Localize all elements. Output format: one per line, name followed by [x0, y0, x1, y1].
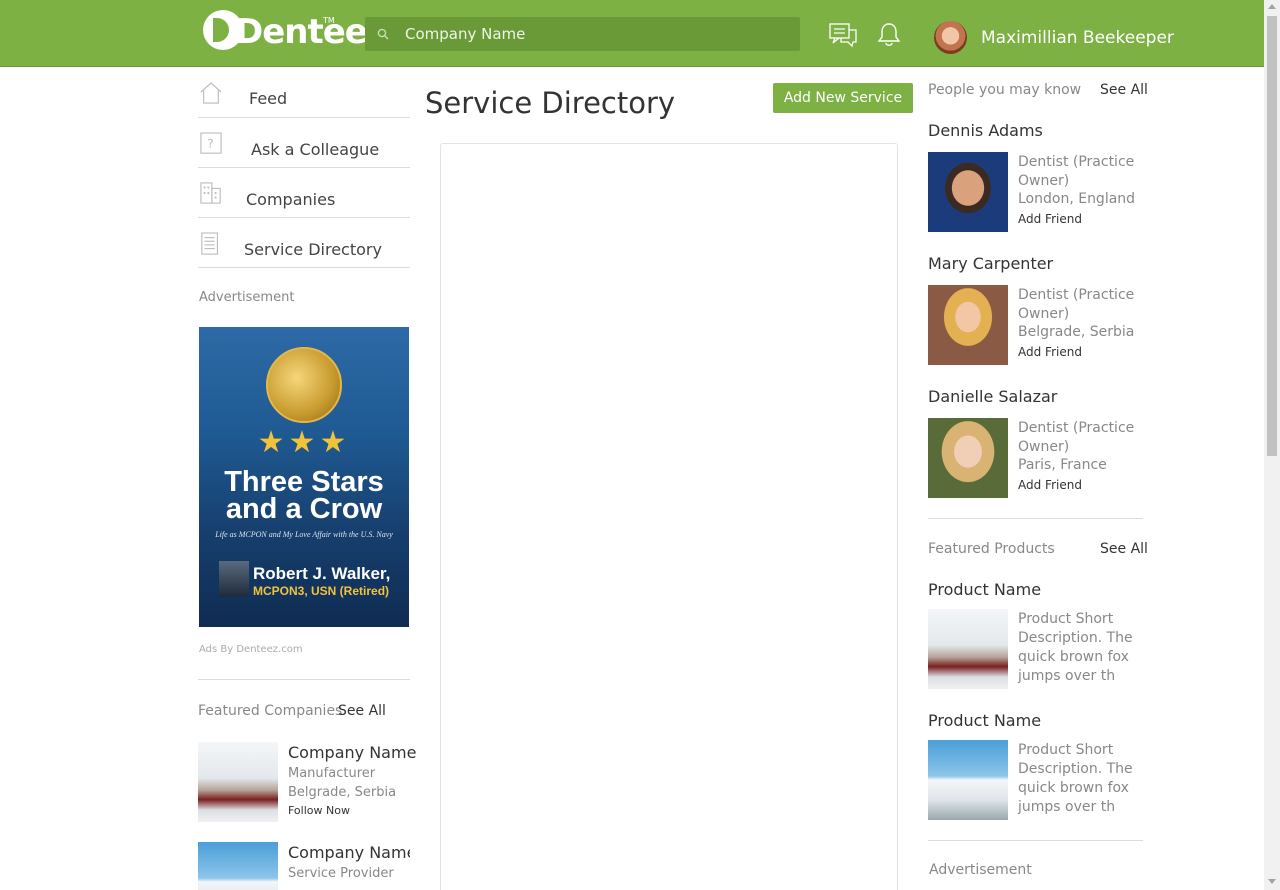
- product-image[interactable]: [928, 740, 1008, 820]
- divider: [928, 840, 1143, 841]
- divider: [928, 518, 1143, 519]
- person-role: Dentist (Practice Owner): [1018, 287, 1135, 322]
- product-description: Product Short Description. The quick bro…: [1018, 742, 1133, 815]
- advertisement-label: Advertisement: [199, 290, 295, 305]
- ads-by-link[interactable]: Ads By Denteez.com: [199, 644, 303, 655]
- svg-text:?: ?: [207, 137, 213, 151]
- person-name[interactable]: Danielle Salazar: [928, 387, 1057, 406]
- logo-trademark: TM: [323, 16, 335, 25]
- home-icon: [200, 82, 222, 104]
- sidebar-item-label: Feed: [249, 89, 288, 108]
- question-icon: ?: [200, 132, 222, 154]
- chat-icon[interactable]: [829, 22, 857, 48]
- scroll-up-arrow-icon[interactable]: [1268, 4, 1276, 9]
- product-image[interactable]: [928, 609, 1008, 689]
- person-photo[interactable]: [928, 285, 1008, 365]
- denteez-logo[interactable]: Denteez TM: [203, 10, 387, 54]
- scrollbar-thumb[interactable]: [1267, 16, 1277, 456]
- ad-subtitle: Life as MCPON and My Love Affair with th…: [215, 530, 393, 539]
- company-name[interactable]: Company Name: [288, 743, 416, 762]
- search-icon: [377, 28, 389, 40]
- author-portrait: [219, 561, 249, 597]
- add-friend-link[interactable]: Add Friend: [1018, 478, 1082, 492]
- person-role: Dentist (Practice Owner): [1018, 154, 1135, 189]
- user-avatar[interactable]: [934, 21, 967, 54]
- sidebar-item-service-directory[interactable]: Service Directory: [198, 218, 410, 268]
- person-photo[interactable]: [928, 418, 1008, 498]
- add-new-service-button[interactable]: Add New Service: [773, 83, 913, 113]
- product-description: Product Short Description. The quick bro…: [1018, 611, 1133, 684]
- person-location: Paris, France: [1018, 457, 1107, 473]
- add-friend-link[interactable]: Add Friend: [1018, 212, 1082, 226]
- advertisement-banner[interactable]: ★★★ Three Stars and a Crow Life as MCPON…: [199, 327, 409, 627]
- person-name[interactable]: Dennis Adams: [928, 121, 1043, 140]
- ad-author: Robert J. Walker,: [253, 564, 391, 583]
- person-name[interactable]: Mary Carpenter: [928, 254, 1053, 273]
- advertisement-label: Advertisement: [929, 862, 1032, 878]
- page-title: Service Directory: [425, 86, 676, 120]
- sidebar-item-ask-a-colleague[interactable]: ? Ask a Colleague: [198, 118, 410, 168]
- sidebar-item-label: Companies: [246, 190, 336, 209]
- person-location: London, England: [1018, 191, 1136, 207]
- search-input[interactable]: Company Name: [365, 17, 800, 51]
- logo-text: Denteez: [235, 12, 387, 52]
- sidebar-item-companies[interactable]: Companies: [198, 168, 410, 218]
- featured-companies-see-all-link[interactable]: See All: [338, 703, 386, 719]
- bell-icon[interactable]: [875, 22, 903, 48]
- service-list-panel: [440, 143, 898, 890]
- company-thumbnail[interactable]: [198, 842, 278, 890]
- company-type: Manufacturer: [288, 766, 376, 781]
- person-location: Belgrade, Serbia: [1018, 324, 1135, 340]
- building-icon: [200, 182, 221, 204]
- page-scrollbar[interactable]: [1264, 0, 1280, 890]
- company-type: Service Provider: [288, 866, 394, 881]
- person-photo[interactable]: [928, 152, 1008, 232]
- people-you-may-know-title: People you may know: [928, 82, 1082, 98]
- company-thumbnail[interactable]: [198, 742, 278, 822]
- sidebar-item-label: Ask a Colleague: [251, 140, 380, 159]
- ad-title: Three Stars and a Crow: [224, 466, 384, 525]
- company-card: Company Name Manufacturer Belgrade, Serb…: [198, 742, 416, 822]
- company-card: Company Name Service Provider: [198, 842, 410, 890]
- user-name[interactable]: Maximillian Beekeeper: [981, 28, 1174, 48]
- featured-companies-title: Featured Companies: [198, 703, 343, 719]
- sidebar-item-feed[interactable]: Feed: [198, 68, 410, 118]
- products-see-all-link[interactable]: See All: [1100, 541, 1148, 557]
- follow-now-link[interactable]: Follow Now: [288, 804, 350, 817]
- people-see-all-link[interactable]: See All: [1100, 82, 1148, 98]
- product-name[interactable]: Product Name: [928, 711, 1041, 730]
- medal-image: [266, 347, 342, 423]
- sidebar-item-label: Service Directory: [244, 240, 382, 259]
- scroll-down-arrow-icon[interactable]: [1268, 879, 1276, 884]
- person-role: Dentist (Practice Owner): [1018, 420, 1135, 455]
- divider: [198, 679, 410, 680]
- top-navbar: Denteez TM Company Name Maximillian Beek…: [0, 0, 1264, 67]
- featured-products-title: Featured Products: [928, 541, 1055, 557]
- product-name[interactable]: Product Name: [928, 580, 1041, 599]
- stars-icon: ★★★: [257, 425, 351, 460]
- company-location: Belgrade, Serbia: [288, 785, 397, 800]
- company-name[interactable]: Company Name: [288, 843, 410, 862]
- document-icon: [201, 232, 218, 255]
- add-friend-link[interactable]: Add Friend: [1018, 345, 1082, 359]
- search-placeholder: Company Name: [405, 25, 526, 43]
- ad-author-rank: MCPON3, USN (Retired): [253, 584, 390, 598]
